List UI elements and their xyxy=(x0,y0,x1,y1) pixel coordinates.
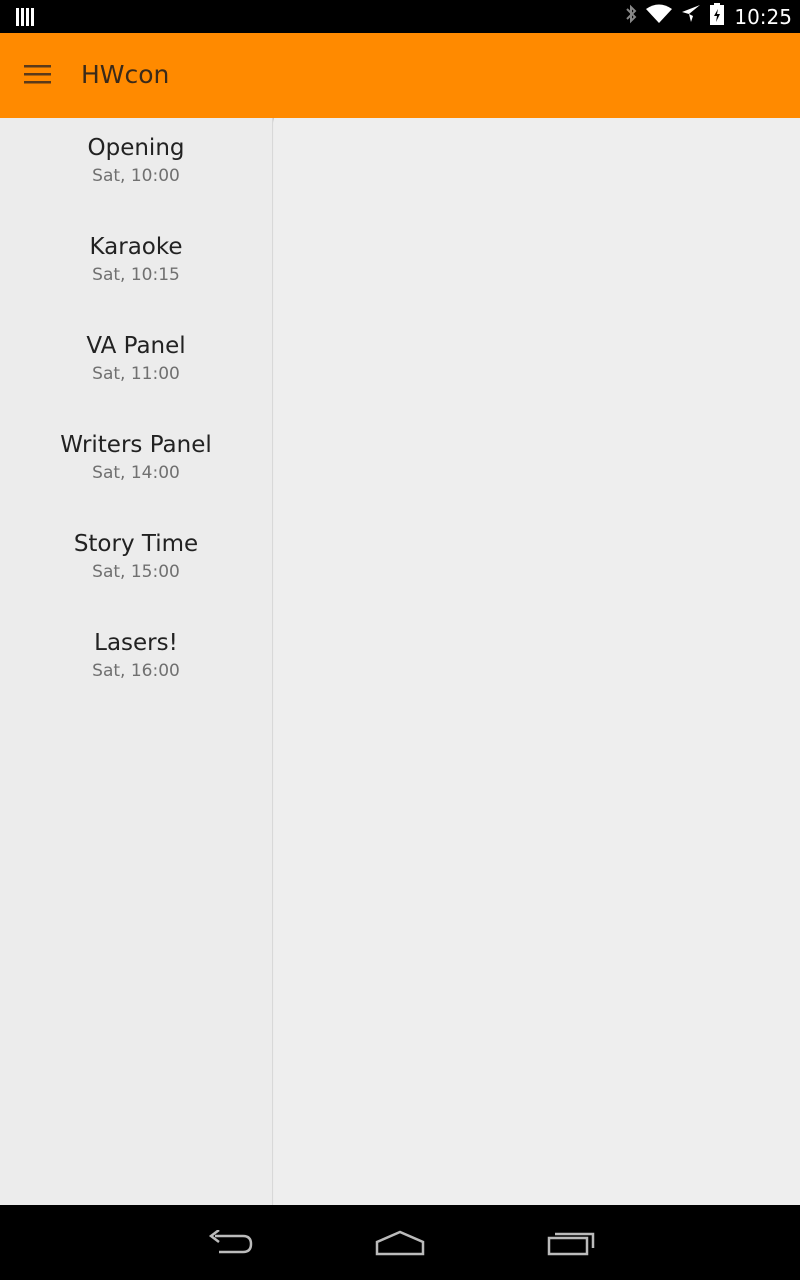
back-icon[interactable] xyxy=(200,1223,260,1263)
event-time: Sat, 15:00 xyxy=(92,562,180,582)
app-bar: HWcon xyxy=(0,33,800,118)
recents-icon[interactable] xyxy=(541,1223,601,1263)
bluetooth-icon xyxy=(624,3,638,30)
event-title: VA Panel xyxy=(86,333,186,359)
event-time: Sat, 11:00 xyxy=(92,364,180,384)
menu-icon[interactable] xyxy=(18,59,58,91)
event-title: Writers Panel xyxy=(60,432,212,458)
event-time: Sat, 14:00 xyxy=(92,463,180,483)
event-item-karaoke[interactable]: Karaoke Sat, 10:15 xyxy=(0,217,272,316)
wifi-icon xyxy=(646,4,673,29)
event-item-lasers[interactable]: Lasers! Sat, 16:00 xyxy=(0,613,272,712)
battery-icon xyxy=(710,3,725,30)
event-time: Sat, 10:00 xyxy=(92,166,180,186)
event-title: Karaoke xyxy=(89,234,183,260)
event-item-opening[interactable]: Opening Sat, 10:00 xyxy=(0,118,272,217)
notification-icon xyxy=(16,8,34,31)
detail-pane xyxy=(274,118,800,1205)
home-icon[interactable] xyxy=(370,1223,430,1263)
status-bar: 10:25 xyxy=(0,0,800,33)
event-title: Lasers! xyxy=(94,630,178,656)
event-item-story-time[interactable]: Story Time Sat, 15:00 xyxy=(0,514,272,613)
status-time: 10:25 xyxy=(734,4,792,29)
event-list-pane[interactable]: Opening Sat, 10:00 Karaoke Sat, 10:15 VA… xyxy=(0,118,273,1205)
event-time: Sat, 16:00 xyxy=(92,661,180,681)
app-title: HWcon xyxy=(81,60,170,89)
event-title: Story Time xyxy=(73,531,199,557)
event-list: Opening Sat, 10:00 Karaoke Sat, 10:15 VA… xyxy=(0,118,272,712)
event-time: Sat, 10:15 xyxy=(92,265,180,285)
navigation-bar xyxy=(0,1205,800,1280)
airplane-mode-icon xyxy=(680,3,702,30)
event-item-writers-panel[interactable]: Writers Panel Sat, 14:00 xyxy=(0,415,272,514)
event-title: Opening xyxy=(87,135,185,161)
event-item-va-panel[interactable]: VA Panel Sat, 11:00 xyxy=(0,316,272,415)
status-icons: 10:25 xyxy=(624,0,792,33)
content-area: Opening Sat, 10:00 Karaoke Sat, 10:15 VA… xyxy=(0,118,800,1205)
